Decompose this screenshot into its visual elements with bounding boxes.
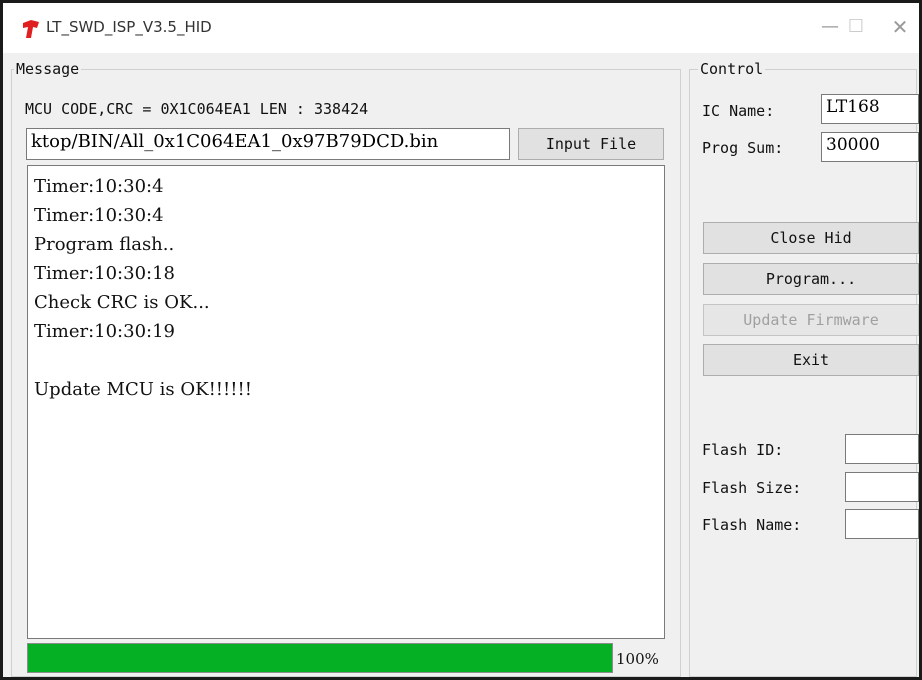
- program-button[interactable]: Program...: [703, 263, 919, 295]
- log-line: Timer:10:30:18: [34, 263, 175, 284]
- file-path-field[interactable]: ktop/BIN/All_0x1C064EA1_0x97B79DCD.bin: [26, 128, 510, 160]
- input-file-button[interactable]: Input File: [518, 128, 664, 160]
- title-bar[interactable]: LT_SWD_ISP_V3.5_HID — ☐ ✕: [3, 3, 919, 53]
- log-line: Program flash..: [34, 234, 175, 255]
- flash-size-field[interactable]: [845, 472, 919, 502]
- update-firmware-button[interactable]: Update Firmware: [703, 304, 919, 336]
- flash-id-label: Flash ID:: [702, 441, 784, 459]
- flash-name-field[interactable]: [845, 509, 919, 539]
- progress-fill: [28, 644, 612, 672]
- flash-size-label: Flash Size:: [702, 479, 802, 497]
- exit-button[interactable]: Exit: [703, 344, 919, 376]
- control-group-label: Control: [698, 59, 766, 79]
- ic-name-field[interactable]: LT168: [821, 94, 919, 124]
- message-group-label: Message: [14, 59, 82, 79]
- lt-app-icon: [23, 20, 39, 38]
- log-line: Update MCU is OK!!!!!!: [34, 379, 252, 400]
- ic-name-label: IC Name:: [702, 102, 775, 120]
- log-line: Timer:10:30:4: [34, 205, 164, 226]
- message-log[interactable]: Timer:10:30:4 Timer:10:30:4 Program flas…: [27, 165, 665, 639]
- log-line: Timer:10:30:19: [34, 321, 175, 342]
- mcu-info-text: MCU CODE,CRC = 0X1C064EA1 LEN : 338424: [25, 100, 369, 118]
- flash-name-label: Flash Name:: [702, 516, 802, 534]
- progress-percent: 100%: [616, 650, 659, 668]
- prog-sum-label: Prog Sum:: [702, 139, 784, 157]
- app-window: LT_SWD_ISP_V3.5_HID — ☐ ✕ Message MCU CO…: [0, 0, 922, 680]
- log-line: Timer:10:30:4: [34, 176, 164, 197]
- close-window-button[interactable]: ✕: [885, 15, 915, 39]
- close-hid-button[interactable]: Close Hid: [703, 222, 919, 254]
- progress-bar: [27, 643, 613, 673]
- flash-id-field[interactable]: [845, 434, 919, 464]
- window-title: LT_SWD_ISP_V3.5_HID: [46, 18, 212, 36]
- log-line: Check CRC is OK...: [34, 292, 210, 313]
- maximize-button[interactable]: ☐: [841, 15, 871, 39]
- prog-sum-field[interactable]: 30000: [821, 132, 919, 162]
